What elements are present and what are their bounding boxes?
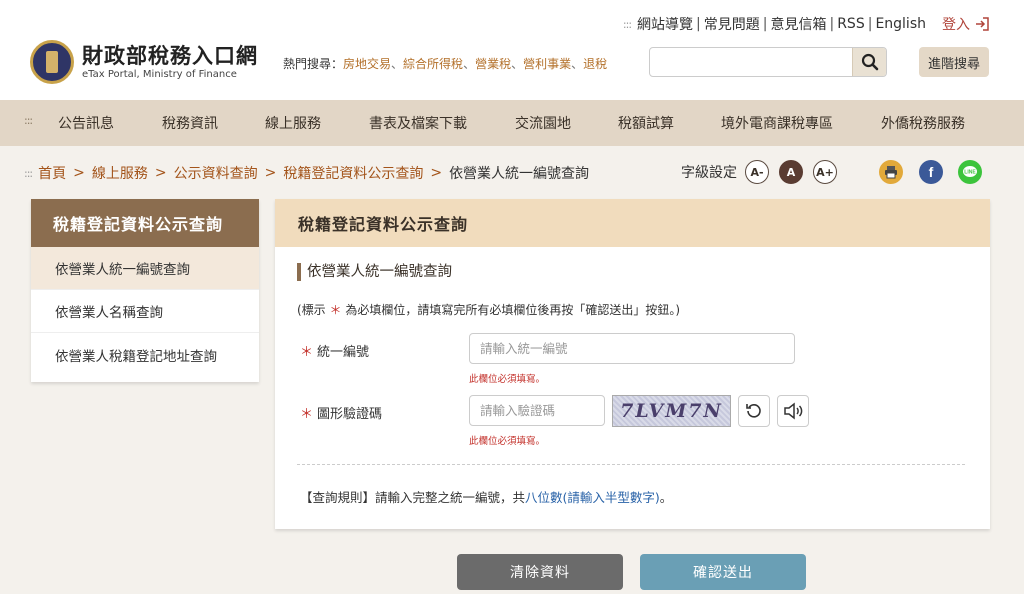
separator: | [829,16,835,32]
captcha-label: ＊圖形驗證碼 [300,403,382,422]
nav-item-downloads[interactable]: 書表及檔案下載 [369,113,467,133]
login-link[interactable]: 登入 [942,14,990,34]
font-large-button[interactable]: A+ [813,160,837,184]
panel-title: 稅籍登記資料公示查詢 [275,199,990,247]
separator: | [867,16,873,32]
nav-item-foreigner-tax[interactable]: 外僑稅務服務 [881,113,965,133]
search-icon [861,53,878,71]
search-button[interactable] [852,48,886,76]
sidebar-item-by-name[interactable]: 依營業人名稱查詢 [31,290,259,333]
logo-title: 財政部稅務入口網 [82,42,258,68]
ban-label-text: 統一編號 [317,345,370,360]
font-size-label: 字級設定 [681,165,737,181]
rule-prefix: 【查詢規則】請輸入完整之統一編號，共 [300,490,526,505]
facebook-icon: f [928,164,934,180]
divider [297,464,965,465]
note-suffix: 為必填欄位，請填寫完所有必填欄位後再按「確認送出」按鈕。) [345,303,681,317]
captcha-label-text: 圖形驗證碼 [317,407,383,422]
hot-search: 熱門搜尋：房地交易、綜合所得稅、營業稅、營利事業、退稅 [283,57,608,71]
login-label: 登入 [942,17,970,33]
ban-label: ＊統一編號 [300,341,369,360]
line-share-button[interactable]: LINE [958,160,982,184]
section-title: 依營業人統一編號查詢 [297,263,452,281]
speaker-icon [784,402,803,420]
hot-keyword[interactable]: 綜合所得稅 [403,57,463,71]
sidebar-item-by-address[interactable]: 依營業人稅籍登記地址查詢 [31,333,259,376]
nav-item-online-services[interactable]: 線上服務 [265,113,321,133]
required-star-icon: ＊ [300,345,314,360]
menu-dots-icon: ::: [24,114,33,127]
top-link-sitemap[interactable]: 網站導覽 [637,14,693,34]
clear-button[interactable]: 清除資料 [457,554,623,590]
hot-search-label: 熱門搜尋： [283,57,344,71]
hot-keyword[interactable]: 營利事業 [523,57,571,71]
nav-item-tax-calculator[interactable]: 稅額試算 [618,113,674,133]
breadcrumb-public-data[interactable]: 公示資料查詢 [174,163,258,183]
captcha-text: 7LVM7N [620,400,723,422]
breadcrumb-current: 依營業人統一編號查詢 [449,166,590,182]
facebook-share-button[interactable]: f [919,160,943,184]
captcha-image: 7LVM7N [612,395,731,427]
advanced-search-button[interactable]: 進階搜尋 [919,47,989,77]
login-icon [976,17,989,31]
query-panel: 稅籍登記資料公示查詢 依營業人統一編號查詢 (標示 ＊ 為必填欄位，請填寫完所有… [275,199,990,529]
separator: | [696,16,701,32]
captcha-input[interactable] [469,395,605,426]
required-star-icon: ＊ [329,303,342,317]
line-icon: LINE [963,166,977,177]
top-link-faq[interactable]: 常見問題 [704,14,760,34]
captcha-refresh-button[interactable] [738,395,770,427]
top-link-rss[interactable]: RSS [837,16,865,32]
hot-keyword[interactable]: 房地交易 [343,57,391,71]
submit-button[interactable]: 確認送出 [640,554,806,590]
nav-item-forum[interactable]: 交流園地 [515,113,571,133]
breadcrumb-online-services[interactable]: 線上服務 [92,163,148,183]
main-nav: ::: 公告訊息 稅務資訊 線上服務 書表及檔案下載 交流園地 稅額試算 境外電… [0,100,1024,146]
font-small-button[interactable]: A- [745,160,769,184]
sidebar-item-by-ban[interactable]: 依營業人統一編號查詢 [31,247,259,290]
site-logo[interactable]: 財政部稅務入口網 eTax Portal, Ministry of Financ… [30,40,258,84]
logo-subtitle: eTax Portal, Ministry of Finance [82,68,237,80]
print-icon [885,166,897,179]
sidebar: 稅籍登記資料公示查詢 依營業人統一編號查詢 依營業人名稱查詢 依營業人稅籍登記地… [31,199,259,382]
print-button[interactable] [879,160,903,184]
font-medium-button[interactable]: A [779,160,803,184]
nav-item-tax-info[interactable]: 稅務資訊 [162,113,218,133]
breadcrumb-tax-registration[interactable]: 稅籍登記資料公示查詢 [283,163,423,183]
query-rule: 【查詢規則】請輸入完整之統一編號，共八位數(請輸入半型數字)。 [300,487,672,506]
top-link-feedback[interactable]: 意見信箱 [770,14,826,34]
ban-error: 此欄位必須填寫。 [469,374,546,385]
search-box [649,47,887,77]
note-prefix: (標示 [297,303,326,317]
refresh-icon [746,404,761,418]
nav-item-ecommerce-tax[interactable]: 境外電商課稅專區 [721,113,833,133]
hot-keyword[interactable]: 退稅 [583,57,607,71]
rule-highlight: 八位數(請輸入半型數字) [525,490,660,505]
captcha-audio-button[interactable] [777,395,809,427]
ministry-seal-icon [30,40,74,84]
required-note: (標示 ＊ 為必填欄位，請填寫完所有必填欄位後再按「確認送出」按鈕。) [297,301,680,318]
required-star-icon: ＊ [300,407,314,422]
site-header: ::: 網站導覽 | 常見問題 | 意見信箱 | RSS | English 登… [0,0,1024,100]
breadcrumb: ::: 首頁 > 線上服務 > 公示資料查詢 > 稅籍登記資料公示查詢 > 依營… [24,163,590,183]
nav-item-announcements[interactable]: 公告訊息 [58,113,114,133]
breadcrumb-home[interactable]: 首頁 [38,163,66,183]
top-link-english[interactable]: English [875,16,926,32]
search-input[interactable] [650,48,853,76]
menu-dots-icon: ::: [24,166,33,180]
font-size-setting: 字級設定 A- A A+ [681,160,847,184]
rule-suffix: 。 [659,490,673,505]
top-links: ::: 網站導覽 | 常見問題 | 意見信箱 | RSS | English 登… [623,14,990,34]
svg-text:LINE: LINE [964,170,976,176]
separator: | [762,16,768,32]
ban-input[interactable] [469,333,795,364]
sidebar-title: 稅籍登記資料公示查詢 [31,199,259,247]
menu-dots-icon: ::: [622,17,632,31]
captcha-error: 此欄位必須填寫。 [469,436,546,447]
hot-keyword[interactable]: 營業稅 [475,57,511,71]
